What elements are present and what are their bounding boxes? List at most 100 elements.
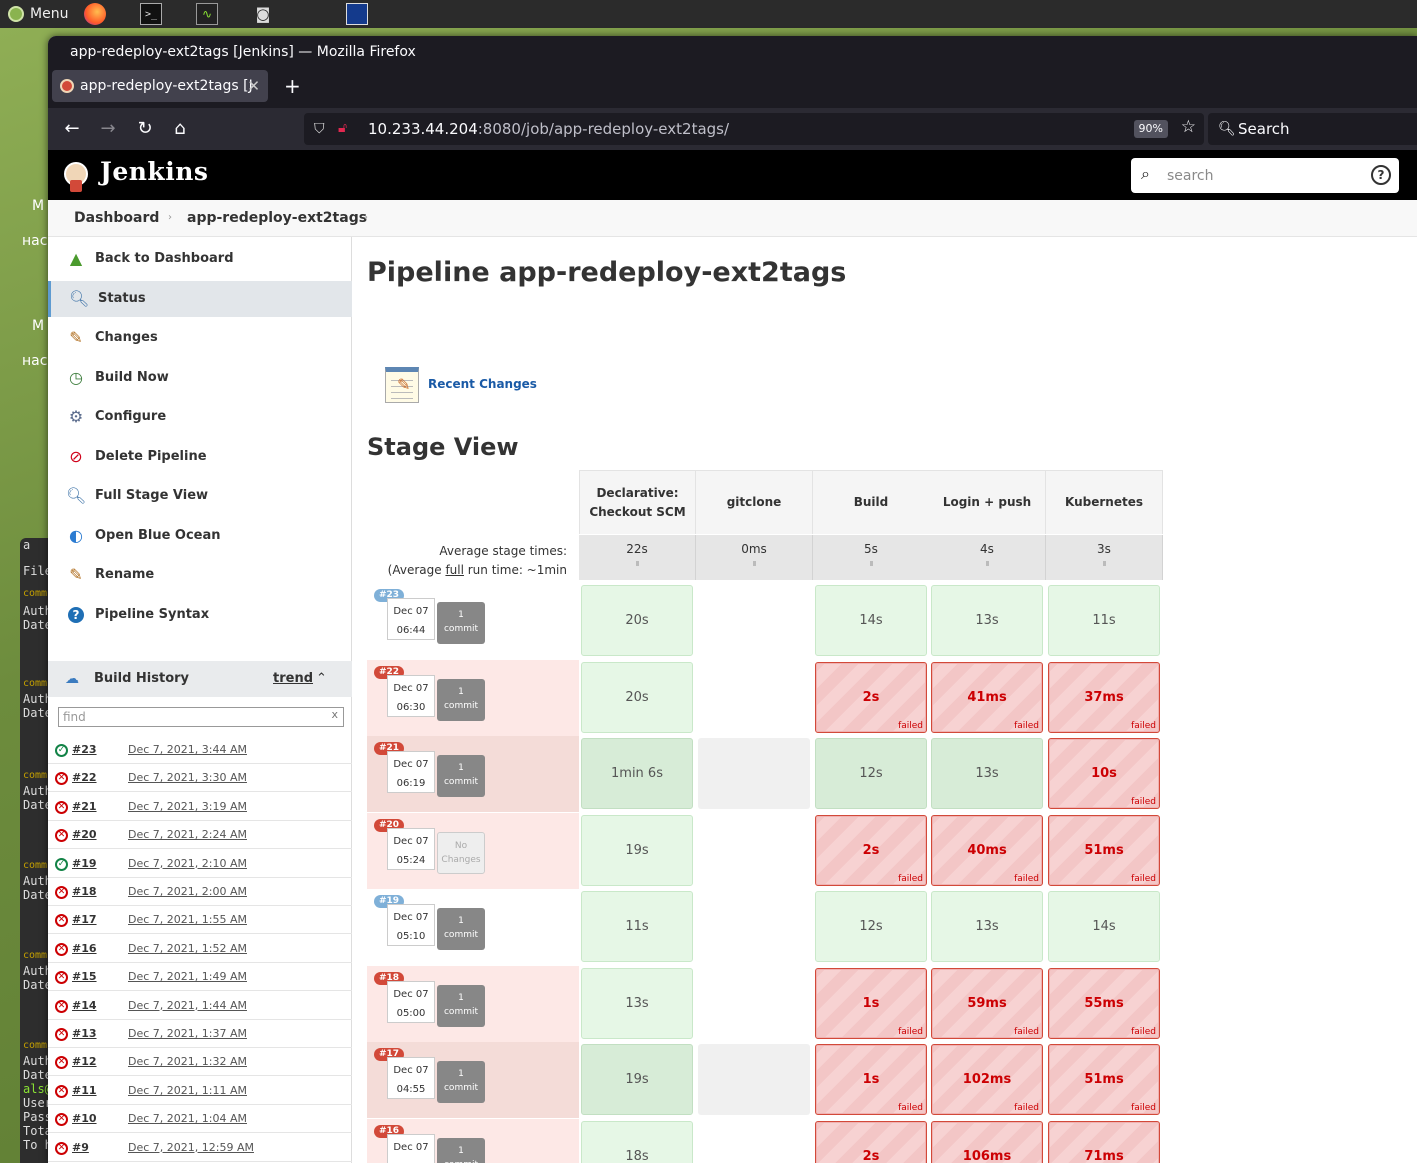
build-date-link[interactable]: Dec 7, 2021, 2:10 AM <box>128 850 247 878</box>
run-row[interactable]: #18 Dec 07 05:00 1 commit <box>367 965 579 1042</box>
build-history-row[interactable]: ✕ #10 Dec 7, 2021, 1:04 AM <box>48 1105 352 1134</box>
stage-cell[interactable]: 37ms failed <box>1048 661 1160 733</box>
build-date-link[interactable]: Dec 7, 2021, 3:44 AM <box>128 736 247 764</box>
build-date-link[interactable]: Dec 7, 2021, 1:52 AM <box>128 935 247 963</box>
start-menu-button[interactable]: Menu <box>0 6 80 22</box>
build-number-link[interactable]: #20 <box>72 821 97 849</box>
sidebar-item-rename[interactable]: ✎ Rename <box>48 557 352 593</box>
build-history-row[interactable]: ✓ #23 Dec 7, 2021, 3:44 AM <box>48 736 352 764</box>
build-date-link[interactable]: Dec 7, 2021, 1:11 AM <box>128 1077 247 1105</box>
jenkins-butler-logo[interactable] <box>62 158 90 192</box>
jenkins-search-input[interactable] <box>1167 166 1357 186</box>
build-number-link[interactable]: #17 <box>72 906 97 934</box>
stage-cell[interactable]: 13s <box>931 891 1043 962</box>
close-tab-icon[interactable]: ✕ <box>247 70 260 102</box>
build-history-row[interactable]: ✕ #18 Dec 7, 2021, 2:00 AM <box>48 878 352 906</box>
stage-cell[interactable]: 13s <box>581 967 693 1039</box>
insecure-lock-icon[interactable]: 🔓︎ <box>338 120 347 136</box>
build-history-row[interactable]: ✕ #15 Dec 7, 2021, 1:49 AM <box>48 963 352 992</box>
stage-cell[interactable]: 2sfailed <box>815 1120 927 1163</box>
bookmark-star-icon[interactable]: ☆ <box>1181 117 1196 137</box>
stage-cell[interactable]: 13s <box>931 738 1043 809</box>
build-date-link[interactable]: Dec 7, 2021, 1:32 AM <box>128 1048 247 1076</box>
forward-button[interactable]: → <box>95 116 121 142</box>
stage-cell[interactable]: 71msfailed <box>1048 1120 1160 1163</box>
stage-cell[interactable]: 1min 6s <box>581 738 693 809</box>
zoom-indicator[interactable]: 90% <box>1133 120 1168 138</box>
build-date-link[interactable]: Dec 7, 2021, 1:37 AM <box>128 1020 247 1048</box>
run-changes-box[interactable]: 1 commit <box>437 1137 485 1163</box>
stage-cell[interactable]: 19s <box>581 814 693 886</box>
back-button[interactable]: ← <box>59 116 85 142</box>
stage-cell[interactable]: 102ms failed <box>931 1044 1043 1115</box>
sidebar-item-back-to-dashboard[interactable]: ▲ Back to Dashboard <box>48 241 352 277</box>
build-history-row[interactable]: ✕ #13 Dec 7, 2021, 1:37 AM <box>48 1020 352 1048</box>
run-changes-box[interactable]: No Changes <box>437 831 485 874</box>
run-changes-box[interactable]: 1 commit <box>437 602 485 644</box>
breadcrumb-dashboard[interactable]: Dashboard <box>74 200 159 236</box>
stage-cell[interactable]: 1s failed <box>815 1044 927 1115</box>
stage-cell[interactable]: 20s <box>581 661 693 733</box>
stage-cell[interactable]: 106msfailed <box>931 1120 1043 1163</box>
build-number-link[interactable]: #16 <box>72 935 97 963</box>
jenkins-brand[interactable]: Jenkins <box>100 157 208 186</box>
build-history-row[interactable]: ✓ #19 Dec 7, 2021, 2:10 AM <box>48 850 352 878</box>
stage-cell[interactable]: 10s failed <box>1048 738 1160 809</box>
build-number-link[interactable]: #15 <box>72 963 97 991</box>
stage-cell[interactable]: 13s <box>931 585 1043 656</box>
collapse-chevron-icon[interactable]: ⌃ <box>316 661 327 697</box>
breadcrumb-separator-icon[interactable]: › <box>364 200 368 236</box>
run-row[interactable]: #20 Dec 07 05:24 No Changes <box>367 812 579 889</box>
stage-cell[interactable]: 40ms failed <box>931 814 1043 886</box>
stage-cell[interactable]: 20s <box>581 585 693 656</box>
sidebar-item-configure[interactable]: ⚙ Configure <box>48 399 352 435</box>
build-history-row[interactable]: ✕ #11 Dec 7, 2021, 1:11 AM <box>48 1077 352 1105</box>
build-date-link[interactable]: Dec 7, 2021, 2:24 AM <box>128 821 247 849</box>
build-history-row[interactable]: ✕ #21 Dec 7, 2021, 3:19 AM <box>48 793 352 821</box>
sidebar-item-pipeline-syntax[interactable]: ? Pipeline Syntax <box>48 597 352 633</box>
stage-cell[interactable]: 51ms failed <box>1048 1044 1160 1115</box>
screenshot-icon[interactable]: ◙ <box>252 3 274 25</box>
run-row[interactable]: #16Dec 071commit <box>367 1118 579 1163</box>
stage-cell[interactable]: 19s <box>581 1044 693 1115</box>
build-number-link[interactable]: #12 <box>72 1048 97 1076</box>
run-row[interactable]: #23 Dec 07 06:44 1 commit <box>367 583 579 659</box>
build-date-link[interactable]: Dec 7, 2021, 12:59 AM <box>128 1134 254 1162</box>
build-number-link[interactable]: #10 <box>72 1105 97 1133</box>
notepad-icon[interactable]: ✎ <box>383 365 427 405</box>
url-text[interactable]: 10.233.44.204:8080/job/app-redeploy-ext2… <box>368 113 729 145</box>
run-changes-box[interactable]: 1 commit <box>437 755 485 797</box>
build-number-link[interactable]: #21 <box>72 793 97 821</box>
stage-cell[interactable]: 11s <box>581 891 693 962</box>
stage-cell[interactable]: 41ms failed <box>931 661 1043 733</box>
build-number-link[interactable]: #19 <box>72 850 97 878</box>
reload-button[interactable]: ↻ <box>132 116 158 142</box>
breadcrumb-separator-icon[interactable]: › <box>168 200 172 236</box>
build-number-link[interactable]: #13 <box>72 1020 97 1048</box>
system-monitor-icon[interactable]: ∿ <box>196 3 218 25</box>
help-icon[interactable]: ? <box>1371 165 1391 185</box>
new-tab-button[interactable]: + <box>284 70 301 102</box>
firefox-icon[interactable] <box>84 3 106 25</box>
sidebar-item-delete-pipeline[interactable]: ⊘ Delete Pipeline <box>48 439 352 475</box>
build-number-link[interactable]: #22 <box>72 764 97 792</box>
stage-cell[interactable]: 12s <box>815 891 927 962</box>
run-changes-box[interactable]: 1 commit <box>437 984 485 1027</box>
sidebar-item-full-stage-view[interactable]: 🔍︎ Full Stage View <box>48 478 352 514</box>
browser-tab-active[interactable]: app-redeploy-ext2tags [J ✕ <box>52 70 268 102</box>
build-number-link[interactable]: #9 <box>72 1134 89 1162</box>
build-date-link[interactable]: Dec 7, 2021, 1:55 AM <box>128 906 247 934</box>
run-row[interactable]: #21 Dec 07 06:19 1 commit <box>367 736 579 812</box>
build-date-link[interactable]: Dec 7, 2021, 1:44 AM <box>128 992 247 1020</box>
build-history-row[interactable]: ✕ #16 Dec 7, 2021, 1:52 AM <box>48 935 352 963</box>
build-number-link[interactable]: #14 <box>72 992 97 1020</box>
build-date-link[interactable]: Dec 7, 2021, 3:30 AM <box>128 764 247 792</box>
breadcrumb-job[interactable]: app-redeploy-ext2tags <box>187 200 367 236</box>
run-row[interactable]: #19 Dec 07 05:10 1 commit <box>367 889 579 965</box>
stage-cell[interactable]: 11s <box>1048 585 1160 656</box>
build-history-row[interactable]: ✕ #12 Dec 7, 2021, 1:32 AM <box>48 1048 352 1077</box>
sidebar-item-status[interactable]: 🔍︎ Status <box>48 280 352 317</box>
stage-cell[interactable]: 14s <box>1048 891 1160 962</box>
sidebar-item-open-blue-ocean[interactable]: ◐ Open Blue Ocean <box>48 518 352 554</box>
build-history-row[interactable]: ✕ #20 Dec 7, 2021, 2:24 AM <box>48 821 352 850</box>
